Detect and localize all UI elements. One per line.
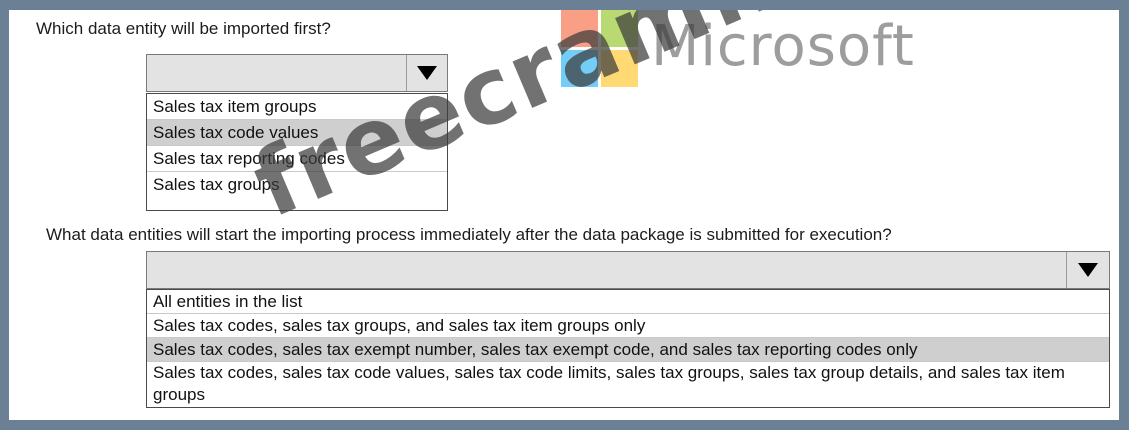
question-1-option-4[interactable]: Sales tax groups: [147, 172, 447, 198]
question-1-dropdown[interactable]: [146, 54, 448, 92]
logo-word: Microsoft: [651, 14, 915, 79]
question-2-prompt: What data entities will start the import…: [46, 225, 892, 244]
microsoft-logo: Microsoft: [561, 10, 931, 90]
question-2-option-3[interactable]: Sales tax codes, sales tax exempt number…: [147, 338, 1109, 362]
question-1-option-3[interactable]: Sales tax reporting codes: [147, 146, 447, 172]
question-2-option-4[interactable]: Sales tax codes, sales tax code values, …: [147, 362, 1109, 407]
logo-square-red: [561, 10, 598, 47]
logo-square-blue: [561, 50, 598, 87]
logo-square-yellow: [601, 50, 638, 87]
question-1-dropdown-button[interactable]: [406, 55, 447, 91]
question-1-option-2[interactable]: Sales tax code values: [147, 120, 447, 146]
question-2-dropdown[interactable]: [146, 251, 1110, 289]
question-1-option-1[interactable]: Sales tax item groups: [147, 94, 447, 120]
question-panel: Microsoft Which data entity will be impo…: [9, 10, 1119, 420]
question-2-option-list: All entities in the list Sales tax codes…: [146, 289, 1110, 408]
chevron-down-icon: [417, 66, 437, 80]
question-1-prompt: Which data entity will be imported first…: [36, 19, 331, 38]
question-1-option-list: Sales tax item groups Sales tax code val…: [146, 93, 448, 211]
question-2-option-2[interactable]: Sales tax codes, sales tax groups, and s…: [147, 314, 1109, 338]
question-2-dropdown-button[interactable]: [1066, 252, 1109, 288]
logo-square-green: [601, 10, 638, 47]
chevron-down-icon: [1078, 263, 1098, 277]
question-2-option-1[interactable]: All entities in the list: [147, 290, 1109, 314]
